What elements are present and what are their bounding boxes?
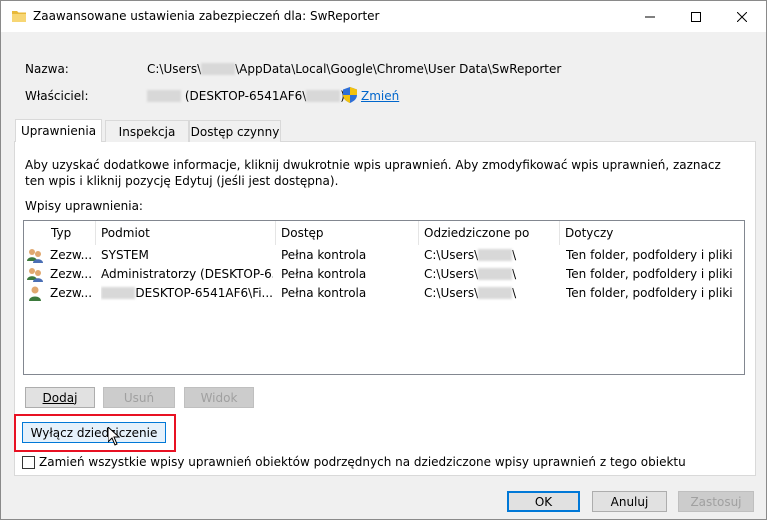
- column-header-applies-label: Dotyczy: [565, 226, 614, 240]
- column-header-principal-label: Podmiot: [101, 226, 150, 240]
- minimize-button[interactable]: [627, 1, 673, 32]
- row-inherited: C:\Users\ \: [424, 266, 517, 281]
- mouse-cursor-icon: [108, 427, 120, 446]
- row-type: Zezw...: [50, 285, 93, 300]
- row-applies: Ten folder, podfoldery i pliki: [566, 285, 733, 300]
- add-button[interactable]: Dodaj: [25, 387, 95, 408]
- remove-button-label: Usuń: [123, 390, 155, 405]
- name-value: C:\Users\ \AppData\Local\Google\Chrome\Us…: [147, 62, 562, 76]
- tab-effective-access[interactable]: Dostęp czynny: [189, 120, 281, 142]
- column-header-principal[interactable]: Podmiot: [96, 221, 276, 245]
- row-access: Pełna kontrola: [281, 247, 367, 262]
- row-inherited: C:\Users\ \: [424, 285, 517, 300]
- remove-button[interactable]: Usuń: [103, 387, 175, 408]
- column-header-inherited[interactable]: Odziedziczone po: [419, 221, 560, 245]
- security-settings-window: Zaawansowane ustawienia zabezpieczeń dla…: [0, 0, 767, 520]
- title-bar[interactable]: Zaawansowane ustawienia zabezpieczeń dla…: [1, 1, 766, 32]
- change-owner-link[interactable]: Zmień: [361, 89, 399, 103]
- row-inherited: C:\Users\ \: [424, 247, 517, 262]
- maximize-button[interactable]: [673, 1, 719, 32]
- tab-permissions[interactable]: Uprawnienia: [15, 119, 102, 142]
- row-applies: Ten folder, podfoldery i pliki: [566, 247, 733, 262]
- permission-entries-list[interactable]: Typ Podmiot Dostęp Odziedziczone po Doty…: [23, 220, 745, 375]
- replace-child-permissions-label[interactable]: Zamień wszystkie wpisy uprawnień obiektó…: [39, 455, 686, 469]
- owner-value: (DESKTOP-6541AF6\): [147, 89, 345, 103]
- user-icon: [29, 286, 41, 301]
- view-button[interactable]: Widok: [184, 387, 254, 408]
- ok-button[interactable]: OK: [507, 491, 580, 512]
- row-access: Pełna kontrola: [281, 285, 367, 300]
- close-button[interactable]: [719, 1, 765, 32]
- cancel-button[interactable]: Anuluj: [592, 491, 667, 512]
- group-users-icon: [27, 249, 43, 263]
- tab-permissions-label: Uprawnienia: [20, 124, 97, 138]
- column-header-type-label: Typ: [51, 226, 72, 240]
- name-label: Nazwa:: [25, 62, 69, 76]
- apply-button-label: Zastosuj: [690, 494, 742, 509]
- view-button-label: Widok: [200, 390, 238, 405]
- row-principal: DESKTOP-6541AF6\Fi...: [101, 283, 273, 302]
- tab-auditing-label: Inspekcja: [118, 124, 176, 139]
- row-applies: Ten folder, podfoldery i pliki: [566, 266, 733, 281]
- row-access: Pełna kontrola: [281, 266, 367, 281]
- permission-entries-label: Wpisy uprawnienia:: [25, 199, 143, 213]
- column-header-access[interactable]: Dostęp: [276, 221, 419, 245]
- table-row[interactable]: Zezw... DESKTOP-6541AF6\Fi... Pełna kont…: [24, 283, 744, 302]
- info-text: Aby uzyskać dodatkowe informacje, klikni…: [25, 158, 721, 188]
- uac-shield-icon: [343, 87, 357, 103]
- replace-child-permissions-checkbox[interactable]: [22, 456, 35, 469]
- ok-button-label: OK: [534, 494, 553, 509]
- group-users-icon: [27, 268, 43, 282]
- table-row[interactable]: Zezw... SYSTEM Pełna kontrola C:\Users\ \…: [24, 245, 744, 264]
- apply-button[interactable]: Zastosuj: [678, 491, 754, 512]
- tab-auditing[interactable]: Inspekcja: [105, 120, 189, 142]
- column-header-inherited-label: Odziedziczone po: [424, 226, 530, 240]
- owner-label: Właściciel:: [25, 89, 89, 103]
- maximize-icon: [691, 11, 701, 22]
- add-button-label: Dodaj: [42, 390, 78, 405]
- tab-effective-access-label: Dostęp czynny: [190, 124, 280, 139]
- table-row[interactable]: Zezw... Administratorzy (DESKTOP-65... P…: [24, 264, 744, 283]
- folder-icon: [12, 11, 26, 22]
- minimize-icon: [645, 16, 655, 17]
- row-type: Zezw...: [50, 247, 93, 262]
- column-header-access-label: Dostęp: [281, 226, 324, 240]
- row-type: Zezw...: [50, 266, 93, 281]
- cancel-button-label: Anuluj: [610, 494, 649, 509]
- row-principal: Administratorzy (DESKTOP-65...: [101, 266, 273, 281]
- column-header-type[interactable]: Typ: [46, 221, 96, 245]
- window-title: Zaawansowane ustawienia zabezpieczeń dla…: [33, 9, 380, 23]
- list-header: Typ Podmiot Dostęp Odziedziczone po Doty…: [24, 221, 744, 245]
- close-icon: [737, 11, 747, 22]
- row-principal: SYSTEM: [101, 247, 149, 262]
- highlight-box: [14, 414, 176, 452]
- column-header-applies[interactable]: Dotyczy: [560, 221, 744, 245]
